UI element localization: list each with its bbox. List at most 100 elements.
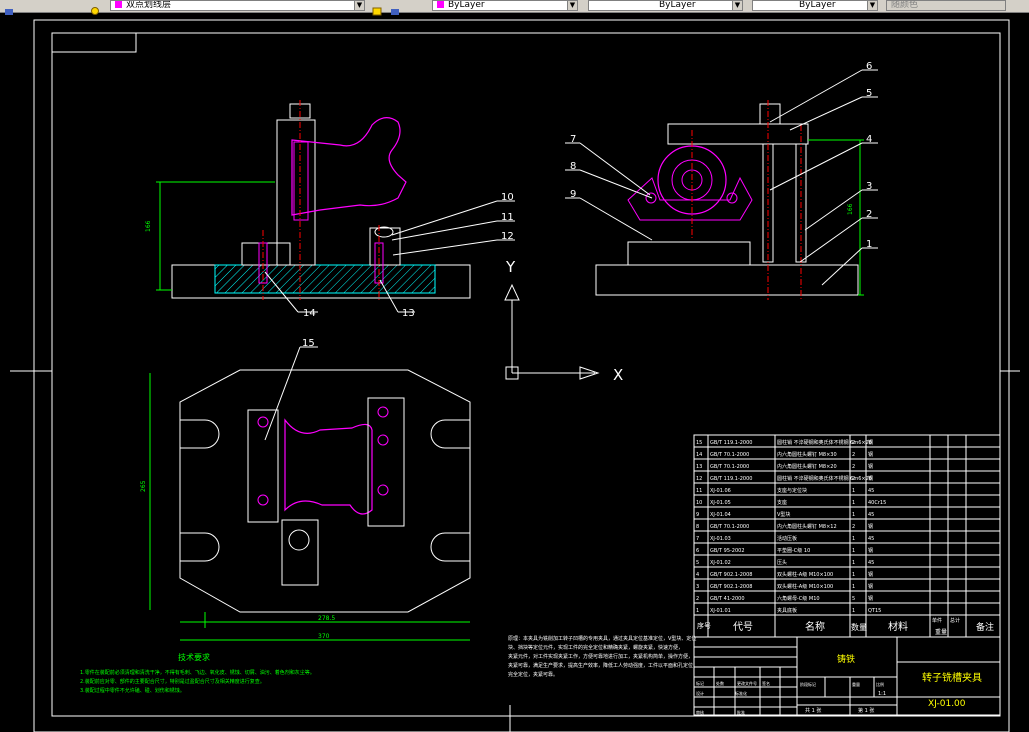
- svg-text:批准: 批准: [737, 709, 745, 715]
- bom-header-qty: 数量: [851, 622, 867, 632]
- layer-dropdown[interactable]: 双点划线层 ▼: [110, 0, 365, 11]
- bom-cell-name: 压头: [777, 559, 787, 566]
- left-block: [241, 242, 291, 266]
- bolt-top: [288, 529, 310, 551]
- balloon-4: 4: [866, 134, 872, 145]
- bom-cell-no: 9: [696, 512, 699, 518]
- tech-line-3: 3.装配过程中零件不允许磕、碰、划伤和锈蚀。: [80, 687, 185, 694]
- color-dropdown[interactable]: ByLayer ▼: [432, 0, 578, 11]
- drawing-canvas[interactable]: 166 166 265 278.5 370 Y X 6 5 4 3 2 1 7 …: [0, 12, 1029, 732]
- bom-cell-code: GB/T 95-2002: [710, 548, 745, 554]
- svg-text:块、挡块等定位元件，实现工件的完全定位和精确夹紧，螺旋夹紧，: 块、挡块等定位元件，实现工件的完全定位和精确夹紧，螺旋夹紧，快速方便，: [508, 644, 683, 651]
- color-label: ByLayer: [448, 0, 485, 10]
- tech-title: 技术要求: [178, 652, 210, 662]
- bom-cell-qty: 1: [852, 500, 855, 506]
- balloon-6: 6: [866, 61, 872, 72]
- slot-right-bottom: [430, 532, 470, 562]
- bom-cell-mat: QT15: [868, 608, 881, 614]
- balloon-8: 8: [570, 161, 576, 172]
- drawing-title: 转子铣槽夹具: [922, 671, 982, 684]
- bom-cell-qty: 1: [852, 488, 855, 494]
- layer-state-icon[interactable]: [4, 1, 14, 15]
- top-nut-side: [759, 103, 781, 125]
- bom-cell-name: 双头螺柱-A级 M10×100: [777, 571, 833, 578]
- bom-cell-code: XJ-01.03: [710, 536, 731, 542]
- bom-cell-qty: 2: [852, 464, 855, 470]
- bom-cell-no: 13: [696, 464, 702, 470]
- svg-text:标准化: 标准化: [735, 690, 747, 696]
- chevron-down-icon: ▼: [354, 1, 364, 10]
- bom-header-total: 总计: [950, 617, 960, 624]
- bom-cell-mat: 45: [868, 488, 874, 494]
- slot-right-top: [430, 419, 470, 449]
- balloon-2: 2: [866, 209, 872, 220]
- svg-text:更改文件号: 更改文件号: [737, 680, 757, 686]
- scale-text: 1:1: [878, 691, 886, 697]
- bom-cell-no: 2: [696, 596, 699, 602]
- bom-cell-qty: 2: [852, 524, 855, 530]
- dim-outer-width: 370: [318, 633, 330, 640]
- bom-cell-code: XJ-01.04: [710, 512, 731, 518]
- balloon-9: 9: [570, 189, 576, 200]
- bom-cell-no: 14: [696, 452, 702, 458]
- lineweight-label: ByLayer: [799, 0, 836, 10]
- layer-previous-icon[interactable]: [390, 1, 400, 15]
- axis-y-label: Y: [505, 258, 516, 276]
- bom-cell-name: V型块: [777, 511, 790, 518]
- bom-cell-mat: 钢: [868, 571, 873, 578]
- dim-height-front: 166: [145, 220, 152, 232]
- make-current-icon[interactable]: [372, 1, 382, 16]
- plotstyle-dropdown[interactable]: 随颜色: [886, 0, 1006, 11]
- axis-x-label: X: [613, 366, 623, 384]
- svg-text:原理：本夹具为铣削加工转子凹槽的专用夹具，通过夹具定位基准定: 原理：本夹具为铣削加工转子凹槽的专用夹具，通过夹具定位基准定位，V型块、定位: [508, 635, 696, 642]
- linetype-dropdown[interactable]: ByLayer ▼: [588, 0, 743, 11]
- sheet-number: 第 1 张: [858, 707, 874, 714]
- bom-header-no: 序号: [697, 621, 711, 630]
- linetype-label: ByLayer: [659, 0, 696, 10]
- material-text: 铸铁: [837, 653, 855, 665]
- bom-cell-code: GB/T 902.1-2008: [710, 572, 752, 578]
- bom-cell-no: 4: [696, 572, 699, 578]
- bom-cell-qty: 2: [852, 452, 855, 458]
- lightbulb-icon[interactable]: [90, 1, 100, 15]
- bom-cell-mat: 钢: [868, 475, 873, 482]
- balloon-13: 13: [402, 308, 415, 319]
- bom-cell-name: 内六角圆柱头螺钉 M8×20: [777, 463, 837, 470]
- balloon-12: 12: [501, 231, 514, 242]
- color-swatch: [437, 1, 444, 8]
- bom-cell-name: 支座: [777, 499, 787, 506]
- drawing-number: XJ-01.00: [928, 699, 966, 709]
- svg-text:设计: 设计: [696, 690, 704, 696]
- bom-cell-no: 3: [696, 584, 699, 590]
- ucs-icon: Y X: [504, 258, 623, 384]
- bom-cell-code: GB/T 41-2000: [710, 596, 745, 602]
- bom-cell-name: 支座与定位块: [777, 487, 807, 494]
- bom-cell-code: GB/T 70.1-2000: [710, 452, 749, 458]
- sheet-total: 共 1 张: [805, 707, 821, 714]
- bom-cell-mat: 钢: [868, 583, 873, 590]
- bom-header-mat: 材料: [888, 620, 908, 633]
- balloon-15: 15: [302, 338, 315, 349]
- bom-header-name: 名称: [805, 620, 825, 633]
- svg-text:夹紧可靠，满足生产要求，提高生产效率，降低工人劳动强度，工件: 夹紧可靠，满足生产要求，提高生产效率，降低工人劳动强度，工件以平面和孔定位: [508, 662, 693, 669]
- bom-cell-no: 6: [696, 548, 699, 554]
- bom-cell-mat: 钢: [868, 451, 873, 458]
- frame-border: [51, 32, 1001, 717]
- svg-text:签名: 签名: [762, 680, 770, 686]
- bom-cell-name: 圆柱销 不淬硬钢和奥氏体不锈钢 6m6×26: [777, 439, 872, 446]
- bom-cell-qty: 1: [852, 572, 855, 578]
- bom-cell-code: GB/T 70.1-2000: [710, 464, 749, 470]
- bom-cell-name: 活动压板: [777, 535, 797, 542]
- base-plate-side: [595, 264, 859, 296]
- lineweight-dropdown[interactable]: ByLayer ▼: [752, 0, 878, 11]
- base-plate-top: [179, 369, 471, 613]
- bom-cell-no: 1: [696, 608, 699, 614]
- bom-rows: 15 GB/T 119.1-2000 圆柱销 不淬硬钢和奥氏体不锈钢 6m6×262…: [696, 439, 994, 636]
- balloons: [264, 69, 878, 441]
- bom-cell-qty: 1: [852, 560, 855, 566]
- principle-note: 原理：本夹具为铣削加工转子凹槽的专用夹具，通过夹具定位基准定位，V型块、定位 块…: [508, 635, 696, 678]
- top-view: 265 278.5 370: [140, 369, 471, 641]
- rotor-part-top: [284, 418, 373, 515]
- base-inner-side: [627, 241, 751, 266]
- chevron-down-icon: ▼: [867, 1, 877, 10]
